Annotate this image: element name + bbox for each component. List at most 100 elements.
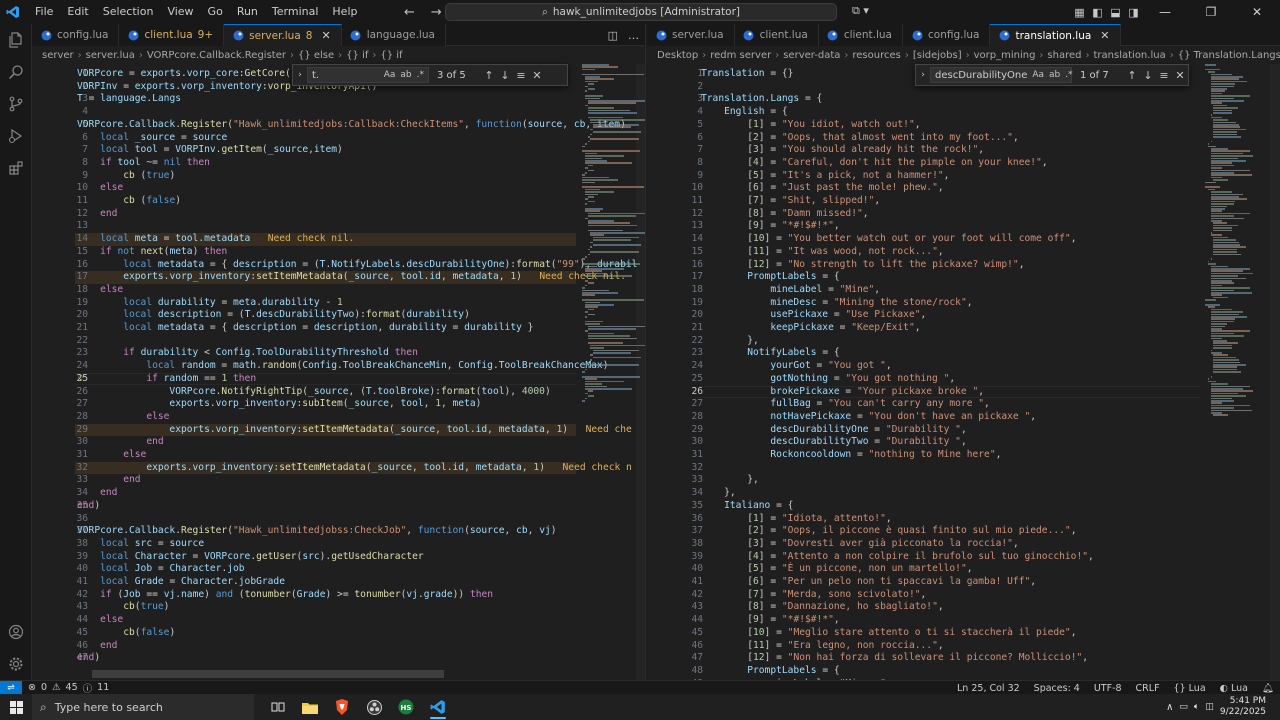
line-number[interactable]: 40 bbox=[647, 563, 703, 576]
line-number[interactable]: 38 bbox=[647, 538, 703, 551]
hs-app-icon[interactable]: HS bbox=[390, 694, 422, 720]
line-number[interactable]: 1 bbox=[647, 68, 703, 81]
line-number[interactable]: 28 bbox=[647, 411, 703, 424]
line-ending[interactable]: CRLF bbox=[1136, 683, 1160, 694]
breadcrumb-item[interactable]: shared bbox=[1047, 50, 1081, 61]
close-tab-icon[interactable]: ✕ bbox=[1100, 29, 1109, 42]
tab-client-lua[interactable]: client.lua bbox=[734, 24, 819, 46]
breadcrumb-item[interactable]: {} else bbox=[298, 50, 334, 61]
line-number[interactable]: 13 bbox=[647, 220, 703, 233]
breadcrumb-item[interactable]: [sidejobs] bbox=[913, 50, 962, 61]
line-number[interactable]: 48 bbox=[647, 665, 703, 678]
line-number[interactable]: 26 bbox=[647, 386, 703, 399]
find-input[interactable]: t. Aa ab .* bbox=[307, 67, 429, 83]
line-number[interactable]: 25 bbox=[647, 373, 703, 386]
more-actions-icon[interactable]: … bbox=[628, 29, 639, 42]
problems-summary[interactable]: ⊗ 0 ⚠ 45 ⓘ 11 bbox=[28, 681, 109, 695]
line-number[interactable]: 41 bbox=[647, 576, 703, 589]
line-number[interactable]: 47 bbox=[647, 652, 703, 665]
toggle-replace-icon[interactable]: › bbox=[293, 70, 307, 80]
explorer-icon[interactable] bbox=[0, 24, 32, 56]
menu-edit[interactable]: Edit bbox=[60, 0, 95, 24]
line-number[interactable]: 33 bbox=[647, 474, 703, 487]
line-number[interactable]: 27 bbox=[647, 398, 703, 411]
whole-word-icon[interactable]: ab bbox=[1049, 70, 1060, 80]
line-number[interactable]: 9 bbox=[647, 170, 703, 183]
breadcrumb-item[interactable]: translation.lua bbox=[1094, 50, 1166, 61]
search-view-icon[interactable] bbox=[0, 56, 32, 88]
line-number[interactable]: 21 bbox=[647, 322, 703, 335]
previous-match-icon[interactable]: ↑ bbox=[1124, 69, 1140, 82]
vscode-taskbar-icon[interactable] bbox=[422, 694, 454, 720]
tray-chevron-icon[interactable]: ∧ bbox=[1166, 702, 1173, 713]
line-number[interactable]: 15 bbox=[647, 246, 703, 259]
whole-word-icon[interactable]: ab bbox=[400, 70, 411, 80]
line-number[interactable]: 14 bbox=[647, 233, 703, 246]
line-number[interactable]: 44 bbox=[647, 614, 703, 627]
copilot-icon[interactable]: ⧉ ▾ bbox=[852, 4, 869, 18]
regex-icon[interactable]: .* bbox=[1065, 70, 1072, 80]
file-explorer-icon[interactable] bbox=[294, 694, 326, 720]
tab-language-lua[interactable]: language.lua bbox=[341, 24, 446, 46]
split-editor-icon[interactable]: ◫ bbox=[608, 29, 618, 42]
previous-match-icon[interactable]: ↑ bbox=[481, 69, 497, 82]
tab-server-lua[interactable]: server.lua 8 ✕ bbox=[224, 24, 342, 46]
encoding[interactable]: UTF-8 bbox=[1094, 683, 1122, 694]
source-control-icon[interactable] bbox=[0, 88, 32, 120]
forward-arrow-icon[interactable]: → bbox=[431, 5, 442, 20]
line-number[interactable]: 2 bbox=[647, 81, 703, 94]
menu-selection[interactable]: Selection bbox=[96, 0, 161, 24]
line-number[interactable]: 20 bbox=[647, 309, 703, 322]
line-number[interactable]: 13 bbox=[32, 220, 88, 233]
line-number[interactable]: 39 bbox=[647, 551, 703, 564]
taskbar-search[interactable]: ⌕ Type here to search bbox=[32, 694, 254, 720]
notifications-bell-icon[interactable]: 🔔︎ bbox=[1262, 683, 1274, 694]
line-number[interactable]: 36 bbox=[32, 513, 88, 526]
line-number[interactable]: 22 bbox=[647, 335, 703, 348]
find-in-selection-icon[interactable]: ≡ bbox=[1156, 69, 1172, 82]
line-number[interactable]: 8 bbox=[647, 157, 703, 170]
line-number[interactable]: 37 bbox=[647, 525, 703, 538]
back-arrow-icon[interactable]: ← bbox=[404, 5, 415, 20]
breadcrumb-item[interactable]: server bbox=[42, 50, 74, 61]
match-case-icon[interactable]: Aa bbox=[384, 70, 396, 80]
menu-help[interactable]: Help bbox=[325, 0, 364, 24]
lua-server-status[interactable]: ◐ Lua bbox=[1220, 683, 1248, 694]
language-mode[interactable]: {} Lua bbox=[1174, 683, 1206, 694]
extensions-icon[interactable] bbox=[0, 152, 32, 184]
line-number[interactable]: 31 bbox=[647, 449, 703, 462]
horizontal-scrollbar-left[interactable] bbox=[92, 670, 444, 678]
find-in-selection-icon[interactable]: ≡ bbox=[513, 69, 529, 82]
menu-go[interactable]: Go bbox=[201, 0, 230, 24]
toggle-replace-icon[interactable]: › bbox=[916, 70, 930, 80]
line-number[interactable]: 22 bbox=[32, 335, 88, 348]
toggle-primary-sidebar-icon[interactable]: ◧ bbox=[1089, 6, 1106, 19]
restore-icon[interactable]: ❐ bbox=[1188, 5, 1234, 19]
match-case-icon[interactable]: Aa bbox=[1032, 70, 1044, 80]
breadcrumb-item[interactable]: Desktop bbox=[657, 50, 698, 61]
tab-client-lua[interactable]: client.lua 9+ bbox=[119, 24, 225, 46]
tab-config-lua[interactable]: config.lua bbox=[903, 24, 991, 46]
line-number[interactable]: 11 bbox=[647, 195, 703, 208]
volume-icon[interactable]: 🔈︎ bbox=[1194, 702, 1199, 712]
line-number[interactable]: 32 bbox=[647, 462, 703, 475]
line-number[interactable]: 4 bbox=[647, 106, 703, 119]
obs-studio-icon[interactable] bbox=[358, 694, 390, 720]
breadcrumb-item[interactable]: redm server bbox=[710, 50, 771, 61]
find-input[interactable]: descDurabilityOne Aa ab .* bbox=[930, 67, 1073, 83]
close-find-icon[interactable]: ✕ bbox=[529, 69, 545, 82]
clock[interactable]: 5:41 PM 9/22/2025 bbox=[1220, 696, 1266, 718]
line-number[interactable]: 43 bbox=[647, 601, 703, 614]
line-number[interactable]: 36 bbox=[647, 513, 703, 526]
tab-server-lua[interactable]: server.lua bbox=[647, 24, 735, 46]
minimap-right[interactable] bbox=[1203, 64, 1273, 680]
line-number[interactable]: 29 bbox=[647, 424, 703, 437]
language-icon[interactable]: ◫ bbox=[1205, 702, 1214, 712]
settings-gear-icon[interactable] bbox=[0, 648, 32, 680]
close-tab-icon[interactable]: ✕ bbox=[321, 29, 330, 42]
run-debug-icon[interactable] bbox=[0, 120, 32, 152]
line-number[interactable]: 3 bbox=[647, 93, 703, 106]
breadcrumb-item[interactable]: vorp_mining bbox=[974, 50, 1036, 61]
brave-browser-icon[interactable] bbox=[326, 694, 358, 720]
line-number[interactable]: 30 bbox=[647, 436, 703, 449]
